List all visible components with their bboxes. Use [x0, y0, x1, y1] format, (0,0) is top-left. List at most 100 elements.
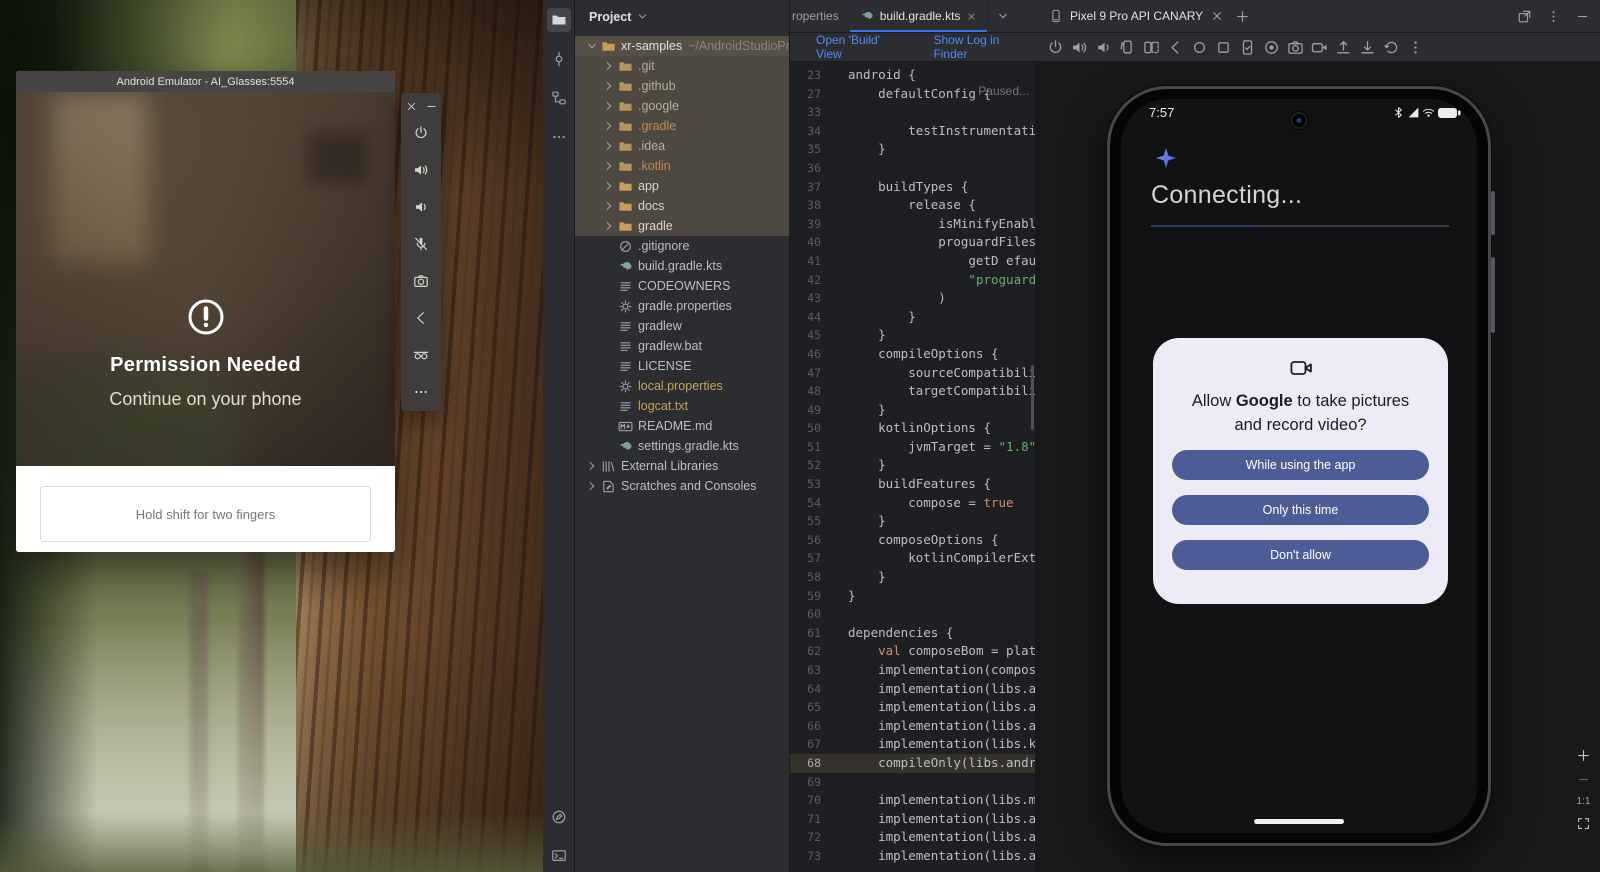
- chevron-right-icon[interactable]: [602, 119, 616, 133]
- tree-item-external-libraries[interactable]: External Libraries: [575, 456, 789, 476]
- chevron-down-icon[interactable]: [636, 10, 649, 23]
- structure-icon[interactable]: [547, 86, 571, 110]
- hide-panel-icon[interactable]: [1575, 9, 1590, 24]
- tree-item-docs[interactable]: docs: [575, 196, 789, 216]
- tree-item-codeowners[interactable]: CODEOWNERS: [575, 276, 789, 296]
- editor[interactable]: 23android {27 defaultConfig {3334 testIn…: [790, 62, 1035, 872]
- code-text: [834, 159, 848, 178]
- tree-item-readme-md[interactable]: README.md: [575, 416, 789, 436]
- banner-link-open-build-view[interactable]: Open 'Build' View: [816, 33, 907, 61]
- add-device-tab-icon[interactable]: [1235, 9, 1250, 24]
- rotate-icon[interactable]: [1119, 39, 1136, 56]
- volume-down-icon[interactable]: [413, 199, 429, 215]
- line-number: 48: [790, 382, 834, 401]
- power-icon[interactable]: [1047, 39, 1064, 56]
- back-icon[interactable]: [1167, 39, 1184, 56]
- project-panel-title[interactable]: Project: [589, 10, 631, 24]
- open-in-window-icon[interactable]: [1517, 9, 1532, 24]
- more-h-icon[interactable]: [413, 384, 429, 400]
- tree-item-scratches-and-consoles[interactable]: Scratches and Consoles: [575, 476, 789, 496]
- tree-item-gradle-properties[interactable]: gradle.properties: [575, 296, 789, 316]
- minimize-icon[interactable]: [425, 100, 438, 113]
- close-tab-icon[interactable]: [966, 11, 977, 22]
- device-tab-pixel-9-pro[interactable]: Pixel 9 Pro API CANARY: [1047, 0, 1226, 32]
- tree-item-kotlin[interactable]: .kotlin: [575, 156, 789, 176]
- volume-up-icon[interactable]: [1071, 39, 1088, 56]
- code-line-65: 65 implementation(libs.andr: [790, 698, 1035, 717]
- kebab-icon[interactable]: [1407, 39, 1424, 56]
- code-line-62: 62 val composeBom = platfor: [790, 642, 1035, 661]
- fit-screen-icon[interactable]: [1576, 816, 1591, 831]
- volume-down-icon[interactable]: [1095, 39, 1112, 56]
- tree-item-settings-gradle-kts[interactable]: settings.gradle.kts: [575, 436, 789, 456]
- tree-item-github[interactable]: .github: [575, 76, 789, 96]
- tree-item-idea[interactable]: .idea: [575, 136, 789, 156]
- close-icon[interactable]: [405, 100, 418, 113]
- tab-build-gradle-kts[interactable]: build.gradle.kts: [850, 0, 989, 32]
- tree-item-logcat-txt[interactable]: logcat.txt: [575, 396, 789, 416]
- commit-icon[interactable]: [547, 47, 571, 71]
- chevron-right-icon[interactable]: [602, 139, 616, 153]
- home-icon[interactable]: [1191, 39, 1208, 56]
- gradle-icon: [618, 259, 633, 274]
- tree-item-gradle[interactable]: gradle: [575, 216, 789, 236]
- more-options-icon[interactable]: [1546, 9, 1561, 24]
- chevron-right-icon[interactable]: [602, 219, 616, 233]
- permission-button-only-this-time[interactable]: Only this time: [1172, 495, 1429, 525]
- back-icon[interactable]: [413, 310, 429, 326]
- tree-item-google[interactable]: .google: [575, 96, 789, 116]
- screen-record-icon[interactable]: [1263, 39, 1280, 56]
- banner-link-show-log-in-finder[interactable]: Show Log in Finder: [933, 33, 1035, 61]
- upload-icon[interactable]: [1335, 39, 1352, 56]
- tree-item-gradle[interactable]: .gradle: [575, 116, 789, 136]
- tree-item-build-gradle-kts[interactable]: build.gradle.kts: [575, 256, 789, 276]
- tree-item-license[interactable]: LICENSE: [575, 356, 789, 376]
- tree-item-app[interactable]: app: [575, 176, 789, 196]
- volume-up-icon[interactable]: [413, 162, 429, 178]
- chevron-right-icon[interactable]: [585, 479, 599, 493]
- permission-button-don-t-allow[interactable]: Don't allow: [1172, 540, 1429, 570]
- chevron-right-icon[interactable]: [602, 59, 616, 73]
- zoom-controls: 1:1: [1576, 748, 1591, 831]
- overview-icon[interactable]: [1215, 39, 1232, 56]
- chevron-right-icon[interactable]: [585, 459, 599, 473]
- permission-button-while-using-the-app[interactable]: While using the app: [1172, 450, 1429, 480]
- navigation-pill[interactable]: [1254, 819, 1344, 824]
- tree-item-gradlew-bat[interactable]: gradlew.bat: [575, 336, 789, 356]
- tree-item-local-properties[interactable]: local.properties: [575, 376, 789, 396]
- phone-screen[interactable]: 7:57 Connecting...: [1121, 99, 1477, 833]
- zoom-in-icon[interactable]: [1576, 748, 1591, 763]
- chevron-right-icon[interactable]: [602, 179, 616, 193]
- download-icon[interactable]: [1359, 39, 1376, 56]
- mic-off-icon[interactable]: [413, 236, 429, 252]
- edit-circle-icon[interactable]: [547, 805, 571, 829]
- camera-icon[interactable]: [413, 273, 429, 289]
- fold-icon[interactable]: [1143, 39, 1160, 56]
- tree-item-gradlew[interactable]: gradlew: [575, 316, 789, 336]
- camera-icon[interactable]: [1287, 39, 1304, 56]
- more-h-icon[interactable]: [547, 125, 571, 149]
- chevron-right-icon[interactable]: [602, 199, 616, 213]
- chevron-right-icon[interactable]: [602, 159, 616, 173]
- folder-icon[interactable]: [547, 8, 571, 32]
- zoom-out-icon[interactable]: [1576, 772, 1591, 787]
- chevron-right-icon[interactable]: [602, 99, 616, 113]
- screenshot-icon[interactable]: [1239, 39, 1256, 56]
- video-icon[interactable]: [1311, 39, 1328, 56]
- chevron-right-icon[interactable]: [602, 79, 616, 93]
- tab-gradle-properties[interactable]: roperties: [790, 0, 850, 32]
- hidden-tabs-chevron-icon[interactable]: [996, 9, 1010, 23]
- editor-scrollbar[interactable]: [1031, 365, 1034, 430]
- glasses-icon[interactable]: [413, 347, 429, 363]
- emulator-screen[interactable]: Permission Needed Continue on your phone: [16, 92, 395, 466]
- tree-item-git[interactable]: .git: [575, 56, 789, 76]
- chevron-down-icon[interactable]: [585, 39, 599, 53]
- close-device-tab-icon[interactable]: [1210, 9, 1224, 23]
- zoom-ratio[interactable]: 1:1: [1577, 796, 1591, 807]
- tree-item-gitignore[interactable]: .gitignore: [575, 236, 789, 256]
- tree-item-xr-samples[interactable]: xr-samples~/AndroidStudioProj: [575, 36, 789, 56]
- line-number: 38: [790, 196, 834, 215]
- power-icon[interactable]: [413, 125, 429, 141]
- snapshot-icon[interactable]: [1383, 39, 1400, 56]
- terminal-icon[interactable]: [547, 844, 571, 868]
